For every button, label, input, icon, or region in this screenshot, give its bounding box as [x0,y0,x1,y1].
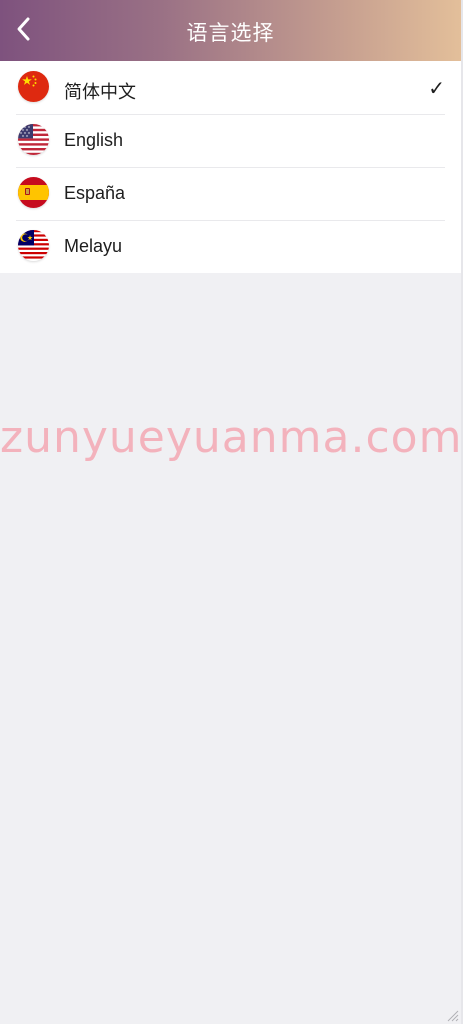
language-label: 简体中文 [64,82,136,103]
resize-grip-icon[interactable] [445,1008,459,1022]
watermark-text: zunyueyuanma.com [0,412,463,463]
language-label: España [64,183,126,203]
china-flag-icon [18,71,49,102]
checkmark-icon: ✓ [428,76,445,100]
language-item-malay[interactable]: Melayu [0,220,461,273]
header-bar: 语言选择 [0,0,461,61]
language-item-english[interactable]: English [0,114,461,167]
language-label: English [64,130,124,150]
language-item-spanish[interactable]: España [0,167,461,220]
language-label: Melayu [64,236,123,256]
malaysia-flag-icon [18,230,49,261]
usa-flag-icon [18,124,49,155]
spain-flag-icon [18,177,49,208]
language-select-page: 语言选择 简体中文 ✓ English España Melayu zunyue… [0,0,463,1024]
language-list: 简体中文 ✓ English España Melayu [0,61,461,273]
page-title: 语言选择 [186,21,275,45]
language-item-chinese[interactable]: 简体中文 ✓ [0,61,461,114]
